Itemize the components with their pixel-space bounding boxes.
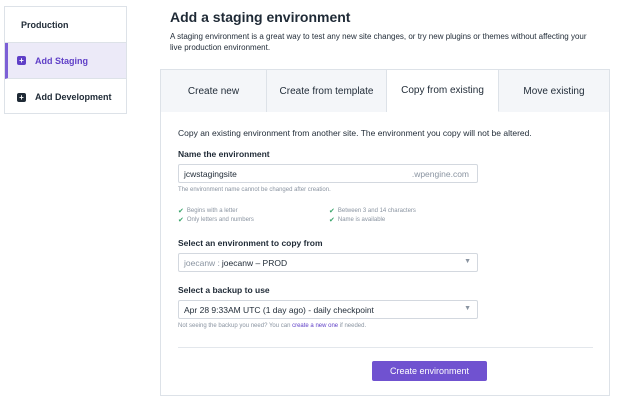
create-environment-button[interactable]: Create environment <box>372 361 487 381</box>
backup-select[interactable]: Apr 28 9:33AM UTC (1 day ago) - daily ch… <box>178 300 478 319</box>
tab-move-existing[interactable]: Move existing <box>499 70 609 112</box>
check-icon: ✔ <box>329 208 335 215</box>
copy-from-value: joecanw – PROD <box>221 257 288 268</box>
domain-suffix: .wpengine.com <box>411 169 469 179</box>
copy-from-prefix: joecanw : <box>184 257 220 268</box>
backup-value: Apr 28 9:33AM UTC (1 day ago) - daily ch… <box>184 304 374 315</box>
create-backup-link[interactable]: create a new one <box>292 323 338 329</box>
backup-hint-text: Not seeing the backup you need? You can <box>178 323 293 329</box>
tab-copy-from-existing[interactable]: Copy from existing <box>387 70 499 112</box>
check-icon: ✔ <box>329 217 335 224</box>
check-icon: ✔ <box>178 217 184 224</box>
form-intro: Copy an existing environment from anothe… <box>178 128 532 138</box>
chevron-down-icon: ▼ <box>464 305 471 312</box>
page-title: Add a staging environment <box>170 9 351 25</box>
sidebar-item-label: Add Staging <box>35 55 88 66</box>
sidebar-item-label: Production <box>21 19 69 30</box>
name-label: Name the environment <box>178 149 270 159</box>
sidebar-item-production[interactable]: Production <box>5 7 126 43</box>
page-description: A staging environment is a great way to … <box>170 32 587 52</box>
backup-hint-text: if needed. <box>338 323 367 329</box>
plus-square-icon: + <box>17 56 26 65</box>
sidebar-item-label: Add Development <box>35 92 112 102</box>
plus-square-icon: + <box>17 92 26 102</box>
environment-name-input[interactable]: jcwstagingsite .wpengine.com <box>178 164 478 183</box>
sidebar-item-add-development[interactable]: + Add Development <box>5 79 126 115</box>
backup-label: Select a backup to use <box>178 285 270 295</box>
tab-bar: Create new Create from template Copy fro… <box>161 70 609 112</box>
divider <box>178 347 593 348</box>
rule-text: Name is available <box>337 217 386 223</box>
rule-letters-numbers: ✔ Only letters and numbers <box>178 216 254 224</box>
sidebar-item-add-staging[interactable]: + Add Staging <box>5 43 126 79</box>
environment-name-value: jcwstagingsite <box>184 168 237 179</box>
staging-panel: Create new Create from template Copy fro… <box>160 69 610 396</box>
tab-create-from-template[interactable]: Create from template <box>267 70 387 112</box>
name-hint: The environment name cannot be changed a… <box>178 187 331 193</box>
rule-available: ✔ Name is available <box>329 216 385 224</box>
environment-sidebar: Production + Add Staging + Add Developme… <box>4 6 127 114</box>
rule-text: Begins with a letter <box>186 208 238 214</box>
rule-text: Between 3 and 14 characters <box>337 208 416 214</box>
tab-create-new[interactable]: Create new <box>161 70 267 112</box>
rule-text: Only letters and numbers <box>186 217 254 223</box>
copy-from-label: Select an environment to copy from <box>178 238 323 248</box>
rule-length: ✔ Between 3 and 14 characters <box>329 207 416 215</box>
backup-hint: Not seeing the backup you need? You can … <box>178 323 366 329</box>
check-icon: ✔ <box>178 208 184 215</box>
copy-from-select[interactable]: joecanw : joecanw – PROD ▼ <box>178 253 478 272</box>
chevron-down-icon: ▼ <box>464 258 471 265</box>
rule-begins-letter: ✔ Begins with a letter <box>178 207 238 215</box>
